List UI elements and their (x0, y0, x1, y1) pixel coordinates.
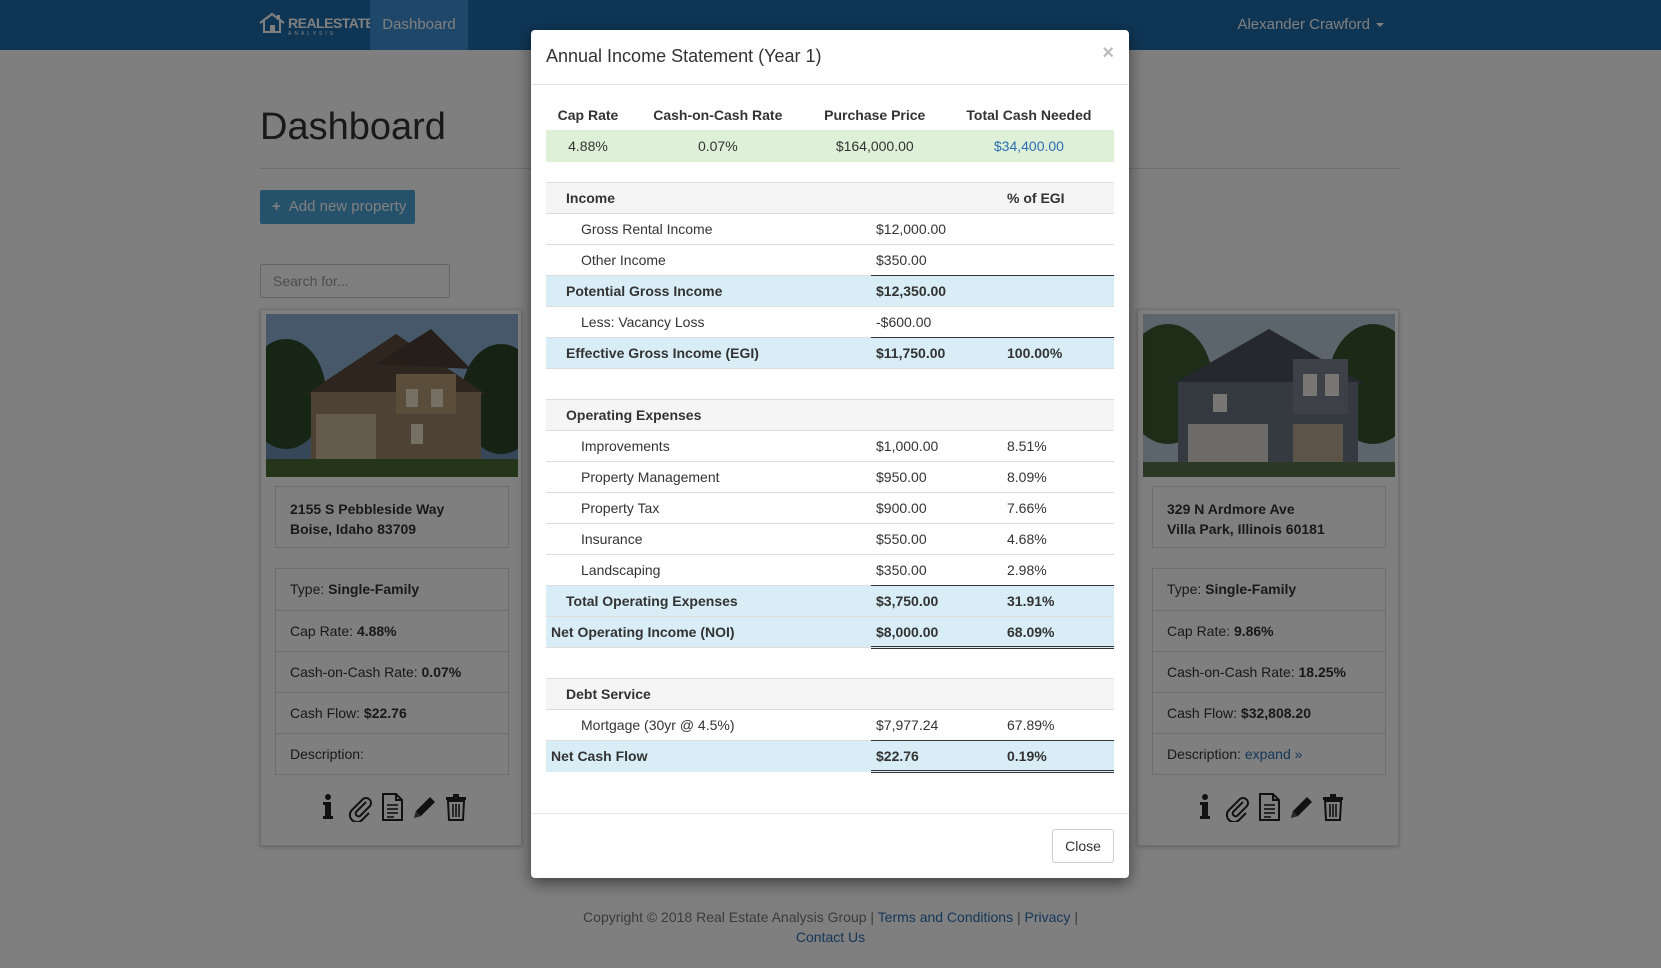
total-opex-pct: 31.91% (1002, 585, 1114, 617)
table-row: Less: Vacancy Loss -$600.00 (546, 306, 1114, 338)
egi-amount: $11,750.00 (871, 337, 1002, 369)
noi-label: Net Operating Income (NOI) (546, 616, 871, 648)
table-row: Other Income $350.00 (546, 244, 1114, 276)
expense-amount: $1,000.00 (871, 430, 1002, 462)
summary-header-cap-rate: Cap Rate (557, 107, 619, 123)
expense-pct: 4.68% (1002, 523, 1114, 555)
summary-cap-rate: 4.88% (546, 130, 630, 162)
table-row: Gross Rental Income $12,000.00 (546, 213, 1114, 245)
other-income-label: Other Income (546, 244, 871, 276)
summary-coc-rate: 0.07% (629, 130, 806, 162)
table-row: Landscaping $350.00 2.98% (546, 554, 1114, 586)
modal-footer: Close (531, 813, 1129, 878)
expense-pct: 2.98% (1002, 554, 1114, 586)
egi-label: Effective Gross Income (EGI) (546, 337, 871, 369)
mortgage-amount: $7,977.24 (871, 709, 1002, 741)
net-cash-flow-amount: $22.76 (871, 740, 1002, 773)
table-row: Insurance $550.00 4.68% (546, 523, 1114, 555)
spacer-row (546, 368, 1114, 400)
expense-label: Insurance (546, 523, 871, 555)
summary-table: Cap Rate Cash-on-Cash Rate Purchase Pric… (546, 100, 1114, 162)
total-row: Potential Gross Income $12,350.00 (546, 275, 1114, 307)
noi-pct: 68.09% (1002, 616, 1114, 649)
pgi-amount: $12,350.00 (871, 275, 1002, 307)
pct-egi-header: % of EGI (1002, 182, 1114, 214)
gross-rental-amount: $12,000.00 (871, 213, 1002, 245)
expense-amount: $950.00 (871, 461, 1002, 493)
income-header: Income (546, 182, 871, 214)
summary-header-purchase-price: Purchase Price (824, 107, 926, 123)
summary-total-cash: $34,400.00 (943, 130, 1114, 162)
close-icon[interactable]: × (1102, 42, 1114, 65)
pgi-label: Potential Gross Income (546, 275, 871, 307)
summary-header-row: Cap Rate Cash-on-Cash Rate Purchase Pric… (546, 100, 1114, 130)
total-opex-amount: $3,750.00 (871, 585, 1002, 617)
total-row: Net Operating Income (NOI) $8,000.00 68.… (546, 616, 1114, 649)
debt-header-row: Debt Service (546, 678, 1114, 710)
expense-label: Landscaping (546, 554, 871, 586)
total-row: Net Cash Flow $22.76 0.19% (546, 740, 1114, 773)
net-cash-flow-label: Net Cash Flow (546, 740, 871, 772)
income-header-row: Income % of EGI (546, 182, 1114, 214)
modal-body: Cap Rate Cash-on-Cash Rate Purchase Pric… (546, 100, 1114, 773)
vacancy-amount: -$600.00 (871, 306, 1002, 338)
total-row: Effective Gross Income (EGI) $11,750.00 … (546, 337, 1114, 369)
expense-label: Property Management (546, 461, 871, 493)
expenses-header: Operating Expenses (546, 399, 871, 431)
other-income-amount: $350.00 (871, 244, 1002, 276)
summary-value-row: 4.88% 0.07% $164,000.00 $34,400.00 (546, 130, 1114, 162)
expense-label: Improvements (546, 430, 871, 462)
total-row: Total Operating Expenses $3,750.00 31.91… (546, 585, 1114, 617)
vacancy-label: Less: Vacancy Loss (546, 306, 871, 338)
expense-pct: 8.51% (1002, 430, 1114, 462)
egi-pct: 100.00% (1002, 337, 1114, 369)
expense-amount: $550.00 (871, 523, 1002, 555)
modal-header: Annual Income Statement (Year 1) × (531, 30, 1129, 85)
expense-amount: $350.00 (871, 554, 1002, 586)
expense-pct: 8.09% (1002, 461, 1114, 493)
expense-label: Property Tax (546, 492, 871, 524)
net-cash-flow-pct: 0.19% (1002, 740, 1114, 773)
table-row: Property Tax $900.00 7.66% (546, 492, 1114, 524)
income-statement-modal: Annual Income Statement (Year 1) × Cap R… (531, 30, 1129, 878)
table-row: Property Management $950.00 8.09% (546, 461, 1114, 493)
table-row: Improvements $1,000.00 8.51% (546, 430, 1114, 462)
gross-rental-label: Gross Rental Income (546, 213, 871, 245)
summary-purchase-price: $164,000.00 (805, 130, 944, 162)
modal-title: Annual Income Statement (Year 1) (546, 46, 822, 66)
total-opex-label: Total Operating Expenses (546, 585, 871, 617)
close-button[interactable]: Close (1052, 829, 1114, 863)
income-statement-table: Income % of EGI Gross Rental Income $12,… (546, 182, 1114, 773)
expenses-header-row: Operating Expenses (546, 399, 1114, 431)
mortgage-pct: 67.89% (1002, 709, 1114, 741)
expense-amount: $900.00 (871, 492, 1002, 524)
mortgage-label: Mortgage (30yr @ 4.5%) (546, 709, 871, 741)
debt-header: Debt Service (546, 678, 871, 710)
summary-header-total-cash: Total Cash Needed (966, 107, 1092, 123)
summary-header-coc-rate: Cash-on-Cash Rate (653, 107, 783, 123)
noi-amount: $8,000.00 (871, 616, 1002, 649)
expense-pct: 7.66% (1002, 492, 1114, 524)
table-row: Mortgage (30yr @ 4.5%) $7,977.24 67.89% (546, 709, 1114, 741)
spacer-row (546, 647, 1114, 679)
